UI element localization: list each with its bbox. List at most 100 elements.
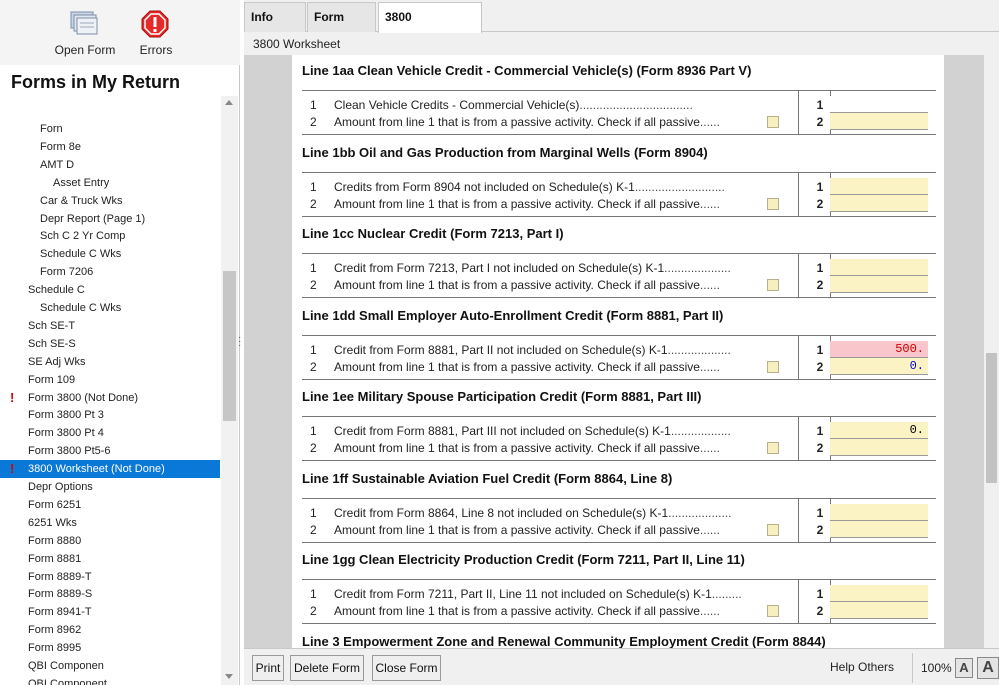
amount-field[interactable] bbox=[830, 520, 928, 538]
forms-tree-scroll-thumb[interactable] bbox=[223, 271, 236, 421]
all-passive-checkbox[interactable] bbox=[767, 116, 779, 128]
line-description: Clean Vehicle Credits - Commercial Vehic… bbox=[334, 98, 792, 112]
open-form-button[interactable]: Open Form bbox=[45, 6, 125, 61]
all-passive-checkbox[interactable] bbox=[767, 197, 779, 210]
amount-field[interactable] bbox=[830, 585, 928, 602]
sidebar-item[interactable]: SE Adj Wks bbox=[0, 353, 220, 371]
sidebar-item[interactable]: Form 8995 bbox=[0, 639, 220, 657]
sidebar-item[interactable]: Form 6251 bbox=[0, 496, 220, 514]
sidebar-item[interactable]: Schedule C bbox=[0, 281, 220, 299]
line-text: Amount from line 1 that is from a passiv… bbox=[334, 441, 700, 455]
amount-field[interactable] bbox=[830, 96, 928, 113]
section-title: Line 1cc Nuclear Credit (Form 7213, Part… bbox=[302, 226, 564, 241]
zoom-level[interactable]: 100% bbox=[921, 661, 952, 675]
delete-form-button[interactable]: Delete Form bbox=[290, 655, 364, 681]
all-passive-checkbox[interactable] bbox=[767, 279, 779, 291]
line-ref: 1 bbox=[816, 424, 824, 438]
sidebar-item[interactable]: ! Form 3800 (Not Done) bbox=[0, 389, 220, 407]
amount-field[interactable] bbox=[830, 602, 928, 619]
sidebar-item[interactable]: Schedule C Wks bbox=[0, 245, 220, 263]
sidebar-item[interactable]: Sch SE-S bbox=[0, 335, 220, 353]
sidebar-item-label: Schedule C bbox=[28, 284, 85, 297]
tab-info-wks[interactable]: Info Wks bbox=[244, 2, 306, 52]
form-scrollbar[interactable] bbox=[984, 55, 999, 648]
leader-dots: ...... bbox=[699, 359, 720, 374]
scroll-up-icon[interactable] bbox=[225, 100, 233, 105]
sidebar-item[interactable]: Sch SE-T bbox=[0, 317, 220, 335]
worksheet-line: 1 Credit from Form 7213, Part I not inclu… bbox=[302, 259, 936, 276]
line-description: Amount from line 1 that is from a passiv… bbox=[334, 278, 792, 292]
amount-field[interactable]: 0. bbox=[830, 422, 928, 439]
sidebar-item[interactable]: AMT D bbox=[0, 156, 220, 174]
errors-button[interactable]: Errors bbox=[116, 6, 196, 61]
sidebar-item[interactable]: Form 3800 Pt 4 bbox=[0, 424, 220, 442]
line-text: Credit from Form 8881, Part III not incl… bbox=[334, 424, 671, 438]
form-scroll-thumb[interactable] bbox=[986, 353, 997, 483]
sidebar-item-label: Schedule C Wks bbox=[40, 302, 122, 314]
sidebar-item-label: 6251 Wks bbox=[28, 516, 77, 529]
leader-dots: ...... bbox=[699, 115, 720, 129]
all-passive-checkbox[interactable] bbox=[767, 360, 779, 373]
line-description: Credits from Form 8904 not included on S… bbox=[334, 180, 792, 194]
decrease-font-button[interactable]: A bbox=[955, 658, 973, 678]
sidebar-item[interactable]: Form 8880 bbox=[0, 532, 220, 550]
all-passive-checkbox[interactable] bbox=[767, 523, 779, 536]
sidebar-item[interactable]: QBI Componen bbox=[0, 657, 220, 675]
help-others-link[interactable]: Help Others bbox=[830, 660, 894, 674]
all-passive-checkbox[interactable] bbox=[767, 605, 779, 617]
amount-field[interactable] bbox=[830, 439, 928, 456]
close-form-button[interactable]: Close Form bbox=[372, 655, 441, 681]
all-passive-checkbox[interactable] bbox=[767, 442, 779, 454]
section-lines: 1 Credits from Form 8904 not included on … bbox=[302, 171, 936, 217]
amount-field[interactable] bbox=[830, 194, 928, 212]
amount-field[interactable] bbox=[830, 259, 928, 276]
scroll-down-icon[interactable] bbox=[225, 674, 233, 679]
amount-field[interactable] bbox=[830, 177, 928, 195]
sidebar-item[interactable]: Form 8881 bbox=[0, 550, 220, 568]
sidebar-item-label: Form 8889-T bbox=[28, 570, 92, 583]
sidebar-item-label: Form 3800 Pt5-6 bbox=[28, 445, 111, 458]
print-button[interactable]: Print bbox=[252, 655, 284, 681]
sidebar-item[interactable]: Sch C 2 Yr Comp bbox=[0, 227, 220, 245]
line-text: Clean Vehicle Credits - Commercial Vehic… bbox=[334, 98, 580, 112]
amount-field[interactable]: 0. bbox=[830, 357, 928, 375]
amount-field[interactable] bbox=[830, 276, 928, 293]
line-description: Amount from line 1 that is from a passiv… bbox=[334, 441, 792, 455]
amount-field[interactable] bbox=[830, 503, 928, 521]
tab-form-3800[interactable]: Form 3800 bbox=[307, 2, 376, 52]
section-lines: 1 Credit from Form 8864, Line 8 not inclu… bbox=[302, 497, 936, 543]
section-title: Line 3 Empowerment Zone and Renewal Comm… bbox=[302, 633, 826, 649]
sidebar-item[interactable]: ! 3800 Worksheet (Not Done) bbox=[0, 460, 220, 479]
sidebar-item[interactable]: Asset Entry bbox=[0, 174, 220, 192]
sidebar-item[interactable]: Form 7206 bbox=[0, 263, 220, 281]
sidebar-item[interactable]: Form 8941-T bbox=[0, 603, 220, 621]
forms-tree-scrollbar[interactable] bbox=[221, 96, 238, 685]
sidebar-item[interactable]: Form 3800 Pt 3 bbox=[0, 406, 220, 424]
form-tabs: Info Wks Form 3800 3800 Worksheet bbox=[244, 0, 999, 52]
sidebar-item[interactable]: Forn bbox=[0, 120, 220, 138]
forms-panel: Open Form Errors Forms in My Return Forn… bbox=[0, 0, 240, 685]
sidebar-item-label: AMT D bbox=[40, 158, 75, 171]
line-description: Credit from Form 7211, Part II, Line 11 … bbox=[334, 587, 792, 601]
panel-splitter-grip[interactable]: · · · bbox=[238, 333, 242, 351]
sidebar-item[interactable]: Form 3800 Pt5-6 bbox=[0, 442, 220, 460]
sidebar-item[interactable]: Car & Truck Wks bbox=[0, 192, 220, 210]
line-description: Amount from line 1 that is from a passiv… bbox=[334, 115, 792, 129]
sidebar-item[interactable]: Depr Options bbox=[0, 478, 220, 496]
tab-3800-worksheet[interactable]: 3800 Worksheet bbox=[378, 2, 482, 52]
increase-font-button[interactable]: A bbox=[977, 657, 999, 679]
sidebar-item[interactable]: Form 8e bbox=[0, 138, 220, 156]
amount-field[interactable]: 500. bbox=[830, 340, 928, 358]
sidebar-item[interactable]: 6251 Wks bbox=[0, 514, 220, 532]
line-text: Amount from line 1 that is from a passiv… bbox=[334, 196, 700, 211]
sidebar-item[interactable]: Form 8962 bbox=[0, 621, 220, 639]
sidebar-item[interactable]: Form 109 bbox=[0, 371, 220, 389]
sidebar-item[interactable]: QBI Component bbox=[0, 675, 220, 685]
sidebar-item-label: Form 8880 bbox=[28, 534, 82, 547]
sidebar-item[interactable]: Form 8889-T bbox=[0, 568, 220, 586]
sidebar-item[interactable]: Depr Report (Page 1) bbox=[0, 210, 220, 228]
amount-field[interactable] bbox=[830, 113, 928, 130]
line-description: Amount from line 1 that is from a passiv… bbox=[334, 523, 792, 537]
sidebar-item[interactable]: Form 8889-S bbox=[0, 585, 220, 603]
sidebar-item[interactable]: Schedule C Wks bbox=[0, 299, 220, 317]
